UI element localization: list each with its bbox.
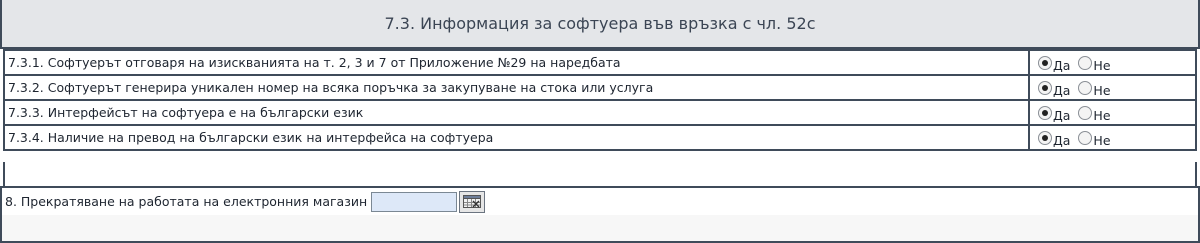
calendar-icon xyxy=(463,195,482,208)
radio-no-label: Не xyxy=(1093,132,1111,148)
table-row: 7.3.2. Софтуерът генерира уникален номер… xyxy=(3,74,1197,101)
question-label: 7.3.1. Софтуерът отговаря на изискваният… xyxy=(3,49,1030,76)
radio-yes[interactable] xyxy=(1038,56,1052,70)
answer-options: Да Не xyxy=(1028,49,1197,76)
table-row: 7.3.4. Наличие на превод на български ез… xyxy=(3,124,1197,151)
radio-yes-label: Да xyxy=(1053,57,1071,73)
bottom-bar xyxy=(0,215,1200,243)
answer-options: Да Не xyxy=(1028,99,1197,126)
section-title: 7.3. Информация за софтуера във връзка с… xyxy=(384,14,816,33)
question-label: 7.3.2. Софтуерът генерира уникален номер… xyxy=(3,74,1030,101)
radio-no-label: Не xyxy=(1093,107,1111,123)
table-row: 7.3.3. Интерфейсът на софтуера е на бълг… xyxy=(3,99,1197,126)
radio-yes[interactable] xyxy=(1038,106,1052,120)
answer-options: Да Не xyxy=(1028,74,1197,101)
radio-no-label: Не xyxy=(1093,57,1111,73)
software-questions-table: 7.3.1. Софтуерът отговаря на изискваният… xyxy=(3,49,1197,151)
question-label: 7.3.4. Наличие на превод на български ез… xyxy=(3,124,1030,151)
answer-options: Да Не xyxy=(1028,124,1197,151)
radio-yes-label: Да xyxy=(1053,107,1071,123)
termination-row: 8. Прекратяване на работата на електронн… xyxy=(0,186,1200,217)
spacer-row xyxy=(3,162,1197,186)
calendar-button[interactable] xyxy=(459,190,486,213)
table-row: 7.3.1. Софтуерът отговаря на изискваният… xyxy=(3,49,1197,76)
radio-yes-label: Да xyxy=(1053,132,1071,148)
radio-yes[interactable] xyxy=(1038,81,1052,95)
question-label: 7.3.3. Интерфейсът на софтуера е на бълг… xyxy=(3,99,1030,126)
radio-no[interactable] xyxy=(1078,131,1093,145)
radio-no[interactable] xyxy=(1078,56,1093,70)
section-header: 7.3. Информация за софтуера във връзка с… xyxy=(0,0,1200,49)
termination-date-input[interactable] xyxy=(371,191,458,212)
radio-yes-label: Да xyxy=(1053,82,1071,98)
radio-no[interactable] xyxy=(1078,81,1093,95)
radio-yes[interactable] xyxy=(1038,131,1052,145)
radio-no[interactable] xyxy=(1078,106,1093,120)
termination-label: 8. Прекратяване на работата на електронн… xyxy=(5,194,368,209)
radio-no-label: Не xyxy=(1093,82,1111,98)
